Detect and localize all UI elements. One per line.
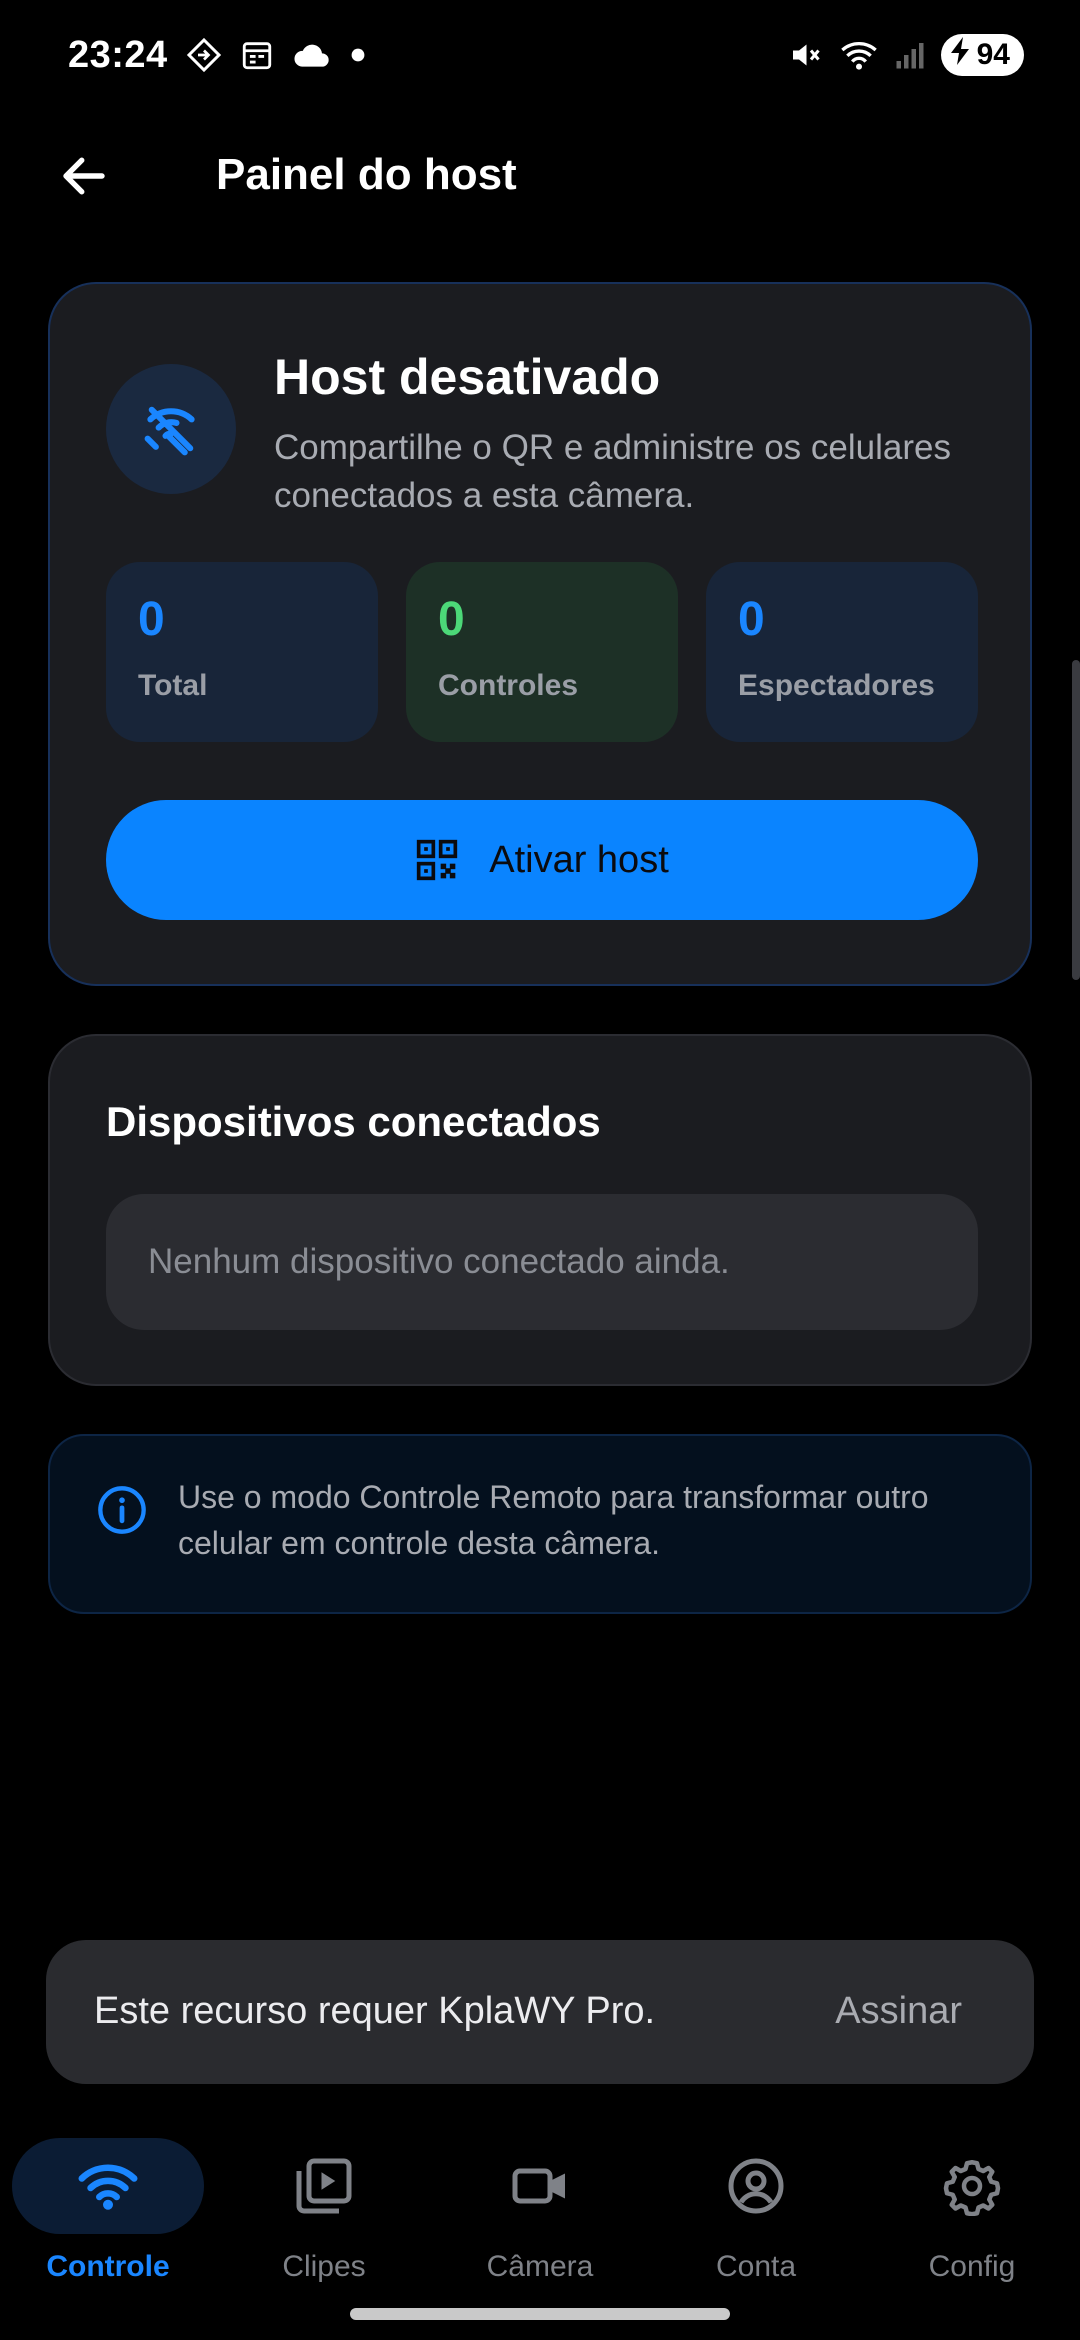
nav-item-clipes[interactable]: Clipes	[216, 2130, 432, 2290]
videocam-icon	[500, 2154, 580, 2218]
app-bar: Painel do host	[0, 130, 1080, 220]
notification-dot-icon	[350, 47, 366, 63]
stat-controls-value: 0	[438, 593, 465, 646]
page-title: Painel do host	[216, 150, 517, 199]
cellular-signal-icon	[895, 40, 925, 70]
nav-item-camera[interactable]: Câmera	[432, 2130, 648, 2290]
scrollbar[interactable]	[1072, 660, 1080, 980]
nav-item-config[interactable]: Config	[864, 2130, 1080, 2290]
video-library-icon	[284, 2154, 364, 2218]
charging-bolt-icon	[950, 37, 971, 73]
stat-total-value: 0	[138, 593, 165, 646]
info-icon	[98, 1486, 146, 1534]
nav-label-conta: Conta	[715, 2250, 797, 2283]
stat-viewers: 0 Espectadores	[706, 562, 978, 742]
stat-viewers-value: 0	[738, 593, 765, 646]
connected-devices-title: Dispositivos conectados	[106, 1098, 601, 1145]
qr-code-icon	[417, 839, 458, 881]
battery-level: 94	[976, 38, 1010, 71]
status-bar: 23:24 94	[0, 0, 1080, 110]
gesture-navigation-bar[interactable]	[350, 2308, 730, 2320]
host-status-avatar	[106, 364, 236, 494]
snackbar-message: Este recurso requer KplaWY Pro.	[94, 1990, 656, 2032]
stat-controls: 0 Controles	[406, 562, 678, 742]
activate-host-label: Ativar host	[489, 838, 669, 881]
connected-devices-card: Dispositivos conectados Nenhum dispositi…	[48, 1034, 1032, 1386]
nav-item-controle[interactable]: Controle	[0, 2130, 216, 2290]
host-status-card: Host desativado Compartilhe o QR e admin…	[48, 282, 1032, 986]
back-button[interactable]	[50, 142, 118, 210]
mute-icon	[787, 37, 823, 73]
empty-devices-message: Nenhum dispositivo conectado ainda.	[106, 1194, 978, 1330]
nav-item-conta[interactable]: Conta	[648, 2130, 864, 2290]
cloud-icon	[292, 40, 332, 70]
stat-total-label: Total	[138, 669, 208, 702]
wifi-signal-icon	[839, 38, 879, 72]
host-status-description: Compartilhe o QR e administre os celular…	[274, 428, 951, 515]
broadcast-off-icon	[144, 406, 195, 456]
status-time: 23:24	[68, 33, 168, 76]
arrow-back-icon	[63, 157, 105, 195]
info-text: Use o modo Controle Remoto para transfor…	[178, 1479, 929, 1561]
calendar-icon	[240, 38, 274, 72]
stat-controls-label: Controles	[438, 669, 579, 702]
info-card: Use o modo Controle Remoto para transfor…	[48, 1434, 1032, 1614]
gear-icon	[932, 2154, 1012, 2218]
stat-viewers-label: Espectadores	[738, 669, 935, 702]
stat-total: 0 Total	[106, 562, 378, 742]
account-circle-icon	[716, 2154, 796, 2218]
subscribe-button[interactable]: Assinar	[835, 1990, 962, 2033]
navigation-diamond-icon	[186, 37, 222, 73]
battery-indicator: 94	[940, 34, 1024, 76]
nav-label-clipes: Clipes	[282, 2250, 366, 2283]
nav-label-controle: Controle	[46, 2250, 170, 2283]
status-left: 23:24	[68, 30, 366, 80]
status-right: 94	[787, 30, 1024, 80]
host-status-title: Host desativado	[274, 349, 661, 405]
nav-label-camera: Câmera	[486, 2250, 594, 2283]
wifi-icon	[68, 2154, 148, 2218]
pro-required-snackbar: Este recurso requer KplaWY Pro. Assinar	[46, 1940, 1034, 2084]
bottom-navigation: Controle Clipes Câmera Conta Config	[0, 2120, 1080, 2320]
activate-host-button[interactable]: Ativar host	[106, 800, 978, 920]
nav-label-config: Config	[928, 2250, 1016, 2283]
